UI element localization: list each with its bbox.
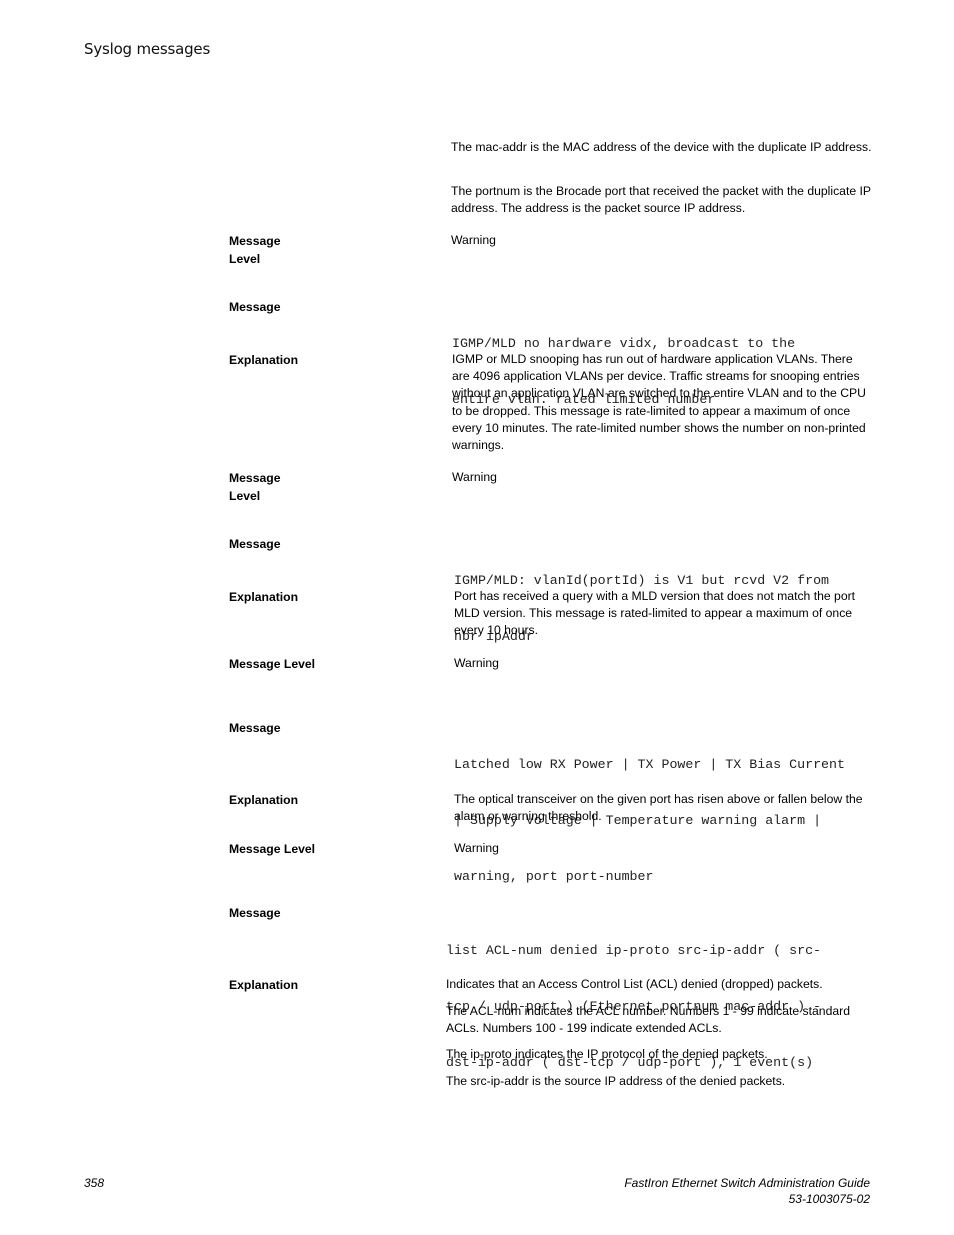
doc-number: 53-1003075-02 (788, 1192, 870, 1206)
message-level-label: Message Level (229, 471, 281, 503)
explanation-paragraph: Indicates that an Access Control List (A… (446, 977, 823, 991)
explanation-label: Explanation (229, 793, 299, 807)
explanation-text: Port has received a query with a MLD ver… (454, 589, 856, 638)
intro-paragraph: The mac-addr is the MAC address of the d… (451, 140, 872, 154)
message-level-value: Warning (451, 233, 496, 247)
message-label: Message (229, 721, 281, 735)
explanation-text: The optical transceiver on the given por… (454, 792, 863, 824)
running-header: Syslog messages (84, 40, 211, 58)
explanation-paragraph: The ip-proto indicates the IP protocol o… (446, 1047, 768, 1061)
explanation-label: Explanation (229, 590, 299, 604)
message-label: Message (229, 537, 281, 551)
intro-paragraph: The portnum is the Brocade port that rec… (451, 184, 871, 216)
explanation-paragraph: The src-ip-addr is the source IP address… (446, 1074, 786, 1088)
message-label: Message (229, 300, 281, 314)
message-level-value: Warning (452, 470, 497, 484)
message-level-value: Warning (454, 656, 499, 670)
page-number: 358 (84, 1176, 105, 1190)
guide-title: FastIron Ethernet Switch Administration … (624, 1176, 870, 1190)
message-level-label: Message Level (229, 657, 316, 671)
explanation-paragraph: The ACL-num indicates the ACL number. Nu… (446, 1004, 850, 1036)
message-level-label: Message Level (229, 842, 316, 856)
footer-doc-info: FastIron Ethernet Switch Administration … (624, 1175, 870, 1207)
message-level-label: Message Level (229, 234, 281, 266)
explanation-label: Explanation (229, 353, 299, 367)
explanation-text: IGMP or MLD snooping has run out of hard… (452, 352, 866, 453)
message-label: Message (229, 906, 281, 920)
message-level-value: Warning (454, 841, 499, 855)
explanation-label: Explanation (229, 978, 299, 992)
